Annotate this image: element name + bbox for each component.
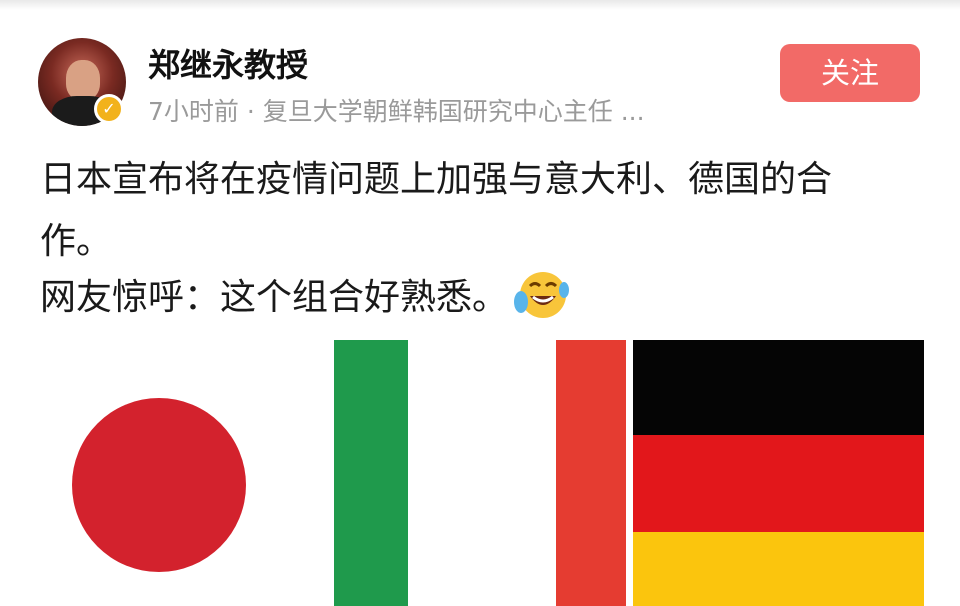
post-text-line-2: 作。 [40, 221, 113, 262]
italy-flag-green-band [334, 340, 408, 606]
top-divider [0, 0, 960, 10]
post-meta: 7小时前 · 复旦大学朝鲜韩国研究中心主任 ... [148, 97, 645, 126]
germany-flag-gold-band [633, 532, 924, 606]
verified-badge-icon: ✓ [94, 94, 124, 124]
italy-flag-red-band [556, 340, 626, 606]
germany-flag-red-band [633, 435, 924, 532]
follow-button[interactable]: 关注 [780, 44, 920, 102]
post-text-line-1: 日本宣布将在疫情问题上加强与意大利、德国的合 [40, 159, 833, 200]
japan-flag-disc [72, 398, 246, 572]
author-name[interactable]: 郑继永教授 [148, 40, 308, 86]
post-text-line-3-content: 网友惊呼：这个组合好熟悉。 [40, 277, 509, 318]
post-text-line-3: 网友惊呼：这个组合好熟悉。 [40, 268, 570, 329]
germany-flag-black-band [633, 340, 924, 435]
avatar-face [66, 60, 100, 100]
laughing-tears-emoji-icon [512, 270, 570, 329]
